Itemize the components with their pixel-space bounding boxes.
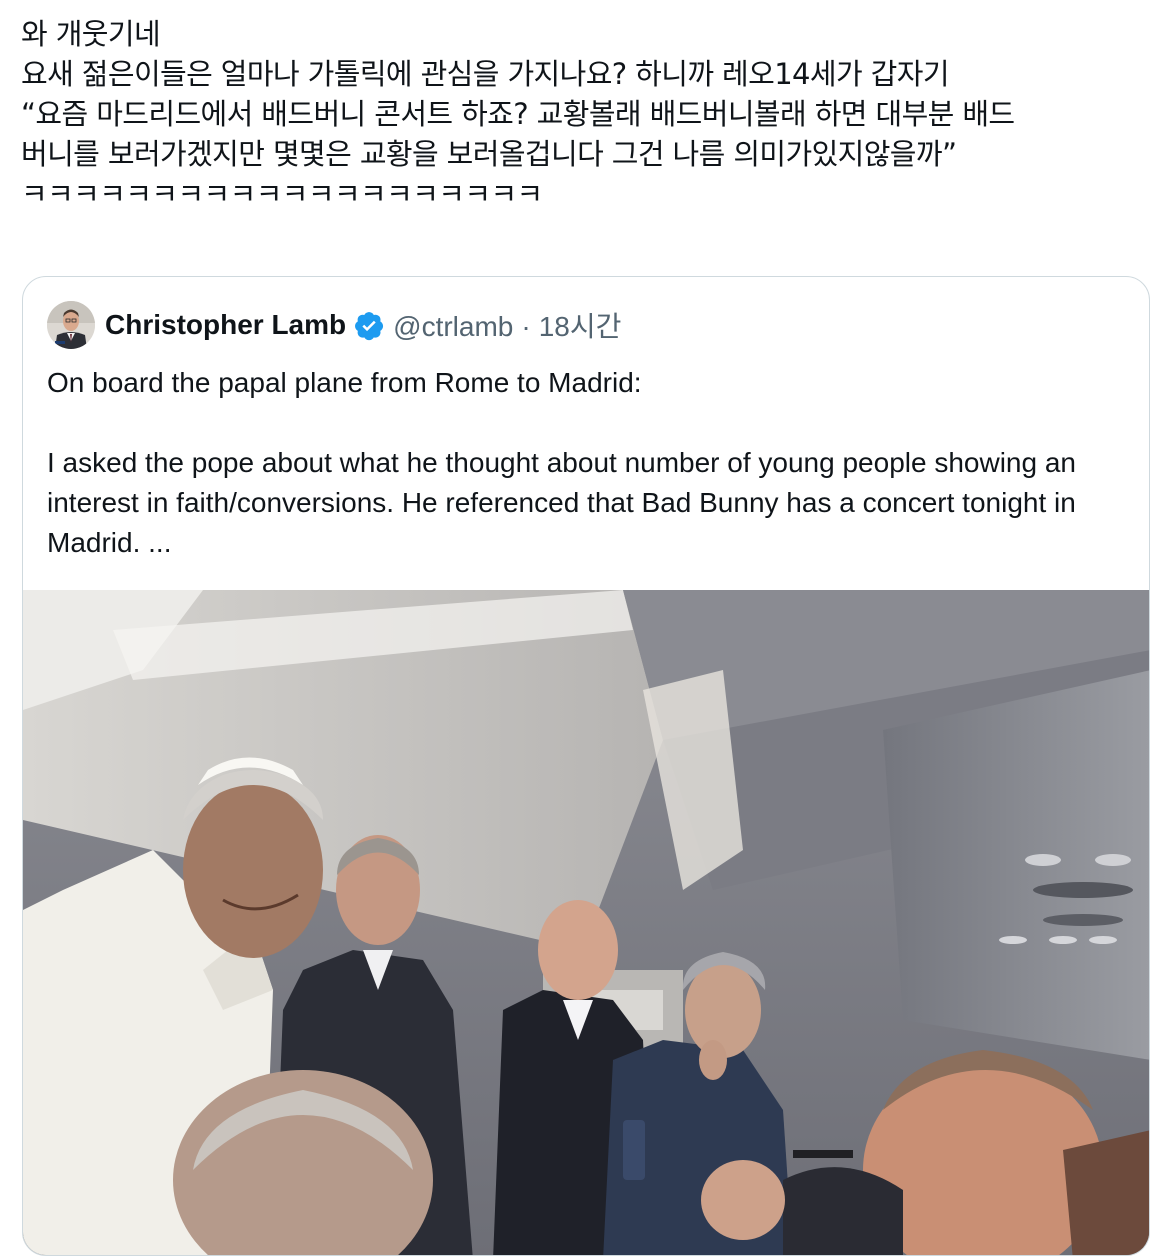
avatar-image <box>47 301 95 349</box>
author-avatar[interactable] <box>47 301 95 349</box>
quoted-post-text: On board the papal plane from Rome to Ma… <box>47 363 1127 563</box>
quoted-post-card[interactable]: Christopher Lamb @ctrlamb · 18시간 On board … <box>22 276 1150 1256</box>
post-line: 와 개웃기네 <box>21 17 161 51</box>
author-name[interactable]: Christopher Lamb <box>105 309 346 341</box>
meta-separator: · <box>521 311 531 342</box>
post-line: 버니를 보러가겠지만 몇몇은 교황을 보러올겁니다 그건 나름 의미가있지않을까… <box>21 137 957 171</box>
post-photo[interactable] <box>23 590 1149 1255</box>
post-line: 요새 젊은이들은 얼마나 가톨릭에 관심을 가지나요? 하니까 레오14세가 갑… <box>21 57 950 91</box>
quoted-post-header: Christopher Lamb @ctrlamb · 18시간 <box>47 301 621 349</box>
post-line: ㅋㅋㅋㅋㅋㅋㅋㅋㅋㅋㅋㅋㅋㅋㅋㅋㅋㅋㅋㅋ <box>21 177 543 211</box>
post-timestamp[interactable]: 18시간 <box>539 311 622 342</box>
photo-image <box>23 590 1149 1255</box>
post-meta: @ctrlamb · 18시간 <box>393 305 621 345</box>
quoted-paragraph: On board the papal plane from Rome to Ma… <box>47 367 642 398</box>
verified-badge-icon <box>355 311 384 340</box>
quoted-paragraph: I asked the pope about what he thought a… <box>47 447 1076 558</box>
author-handle[interactable]: @ctrlamb <box>393 311 513 342</box>
post-line: “요즘 마드리드에서 배드버니 콘서트 하죠? 교황볼래 배드버니볼래 하면 대… <box>21 97 1015 131</box>
post-text: 와 개웃기네 요새 젊은이들은 얼마나 가톨릭에 관심을 가지나요? 하니까 레… <box>21 14 1146 214</box>
